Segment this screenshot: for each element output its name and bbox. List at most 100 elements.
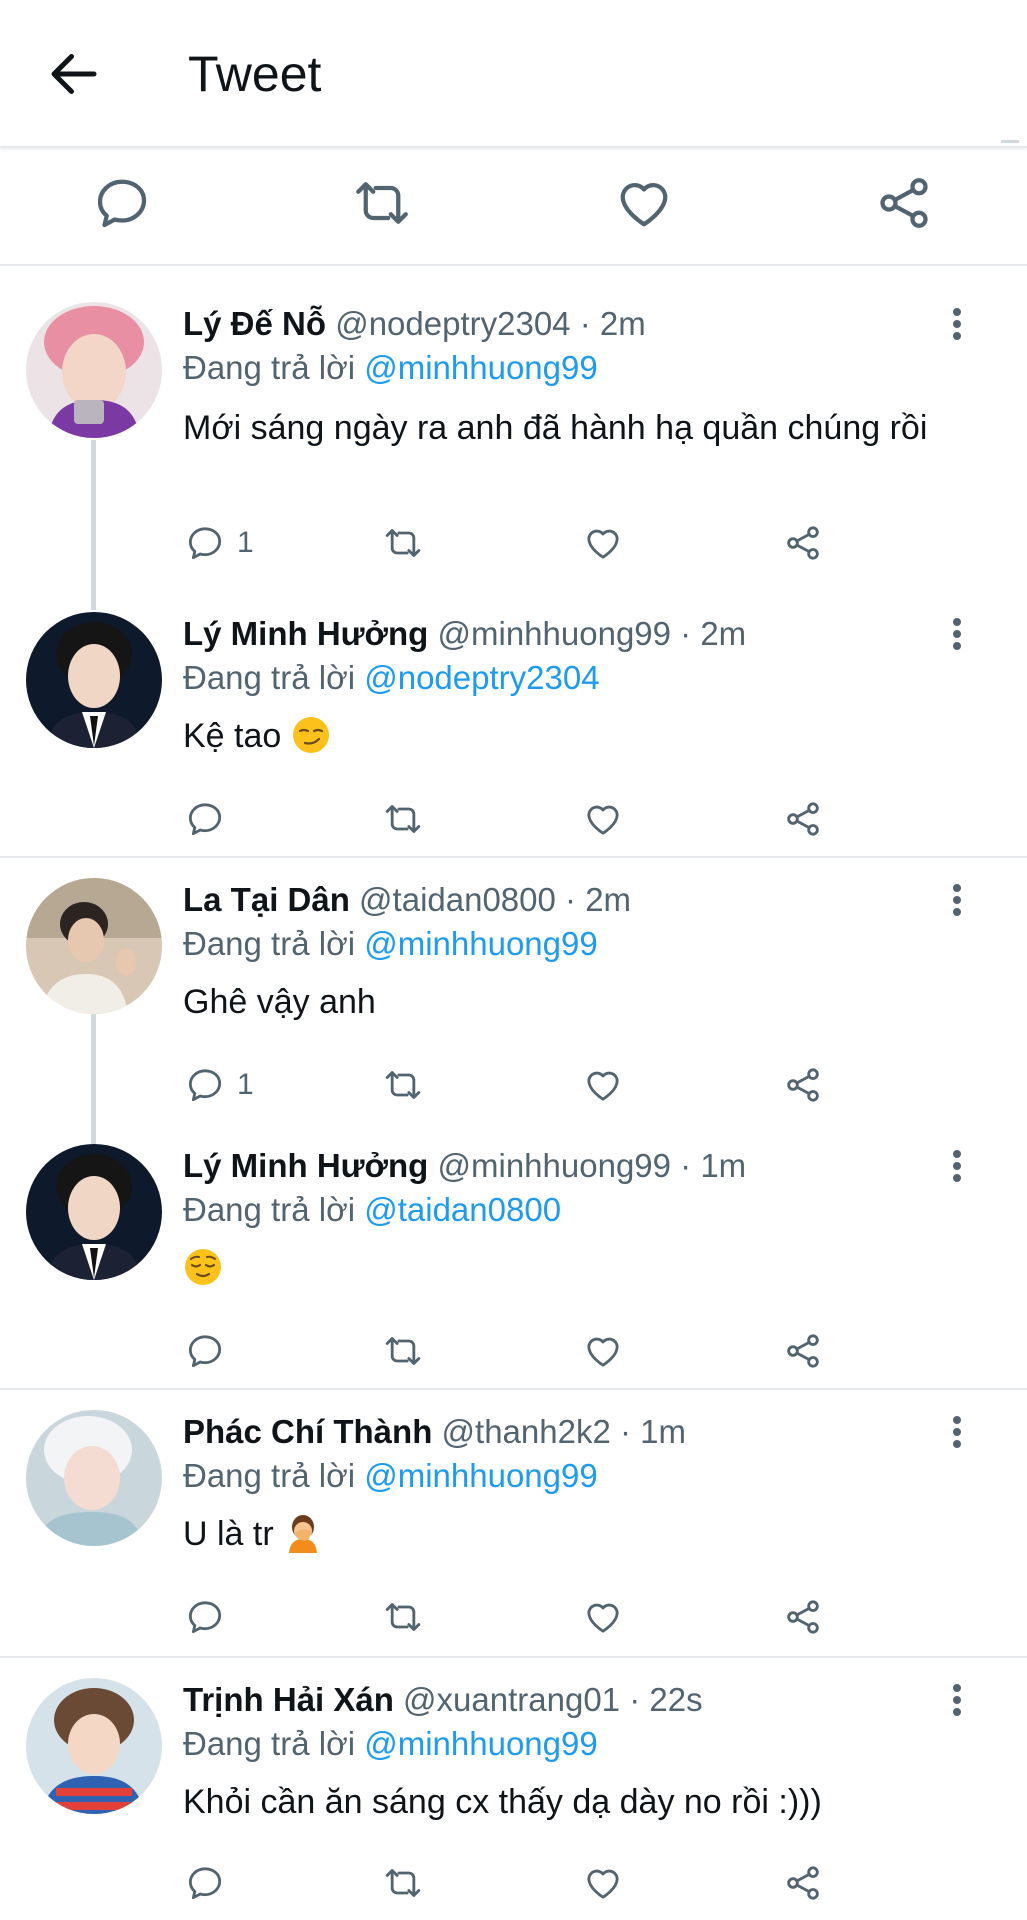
retweet-button[interactable]	[381, 1060, 431, 1110]
author-name[interactable]: Lý Minh Hưởng	[183, 1147, 428, 1184]
back-arrow-icon[interactable]	[44, 44, 104, 104]
reply-tweet[interactable]: Lý Minh Hưởng @minhhuong99 · 1m Đang trả…	[0, 1128, 1027, 1390]
reply-icon	[183, 799, 227, 839]
retweet-button[interactable]	[381, 794, 431, 844]
reply-to-mention[interactable]: @nodeptry2304	[364, 659, 599, 696]
retweet-icon	[381, 1331, 425, 1371]
like-button[interactable]	[581, 1592, 631, 1642]
share-icon[interactable]	[874, 173, 934, 233]
retweet-icon	[381, 799, 425, 839]
replying-label: Đang trả lời	[183, 1457, 356, 1494]
tweet-actions: 1	[183, 1060, 883, 1110]
author-name[interactable]: La Tại Dân	[183, 881, 350, 918]
avatar[interactable]	[26, 612, 162, 748]
author-name[interactable]: Trịnh Hải Xán	[183, 1681, 394, 1718]
heart-icon	[581, 523, 625, 563]
reply-icon	[183, 523, 227, 563]
more-options-icon[interactable]	[940, 1410, 974, 1454]
more-options-icon[interactable]	[940, 878, 974, 922]
reply-count: 1	[237, 1068, 254, 1101]
author-handle[interactable]: @minhhuong99	[438, 1147, 672, 1184]
timestamp: · 22s	[629, 1681, 703, 1718]
reply-button[interactable]	[183, 1858, 233, 1908]
reply-icon	[183, 1597, 227, 1637]
retweet-icon[interactable]	[352, 173, 412, 233]
like-button[interactable]	[581, 1326, 631, 1376]
reply-to-mention[interactable]: @minhhuong99	[364, 925, 598, 962]
avatar[interactable]	[26, 1410, 162, 1546]
heart-icon	[581, 1863, 625, 1903]
share-button[interactable]	[781, 518, 831, 568]
share-button[interactable]	[781, 1858, 831, 1908]
tweet-actions	[183, 1858, 883, 1908]
share-button[interactable]	[781, 794, 831, 844]
reply-tweet[interactable]: Phác Chí Thành @thanh2k2 · 1m Đang trả l…	[0, 1390, 1027, 1658]
share-icon	[781, 1331, 825, 1371]
reply-button[interactable]	[183, 1592, 233, 1642]
author-name[interactable]: Lý Đế Nỗ	[183, 305, 326, 342]
retweet-button[interactable]	[381, 518, 431, 568]
share-icon	[781, 523, 825, 563]
more-options-icon[interactable]	[940, 1678, 974, 1722]
retweet-icon	[381, 523, 425, 563]
reply-icon[interactable]	[92, 173, 152, 233]
like-button[interactable]	[581, 1060, 631, 1110]
reply-to-mention[interactable]: @taidan0800	[364, 1191, 561, 1228]
more-options-icon[interactable]	[940, 1144, 974, 1188]
heart-icon[interactable]	[614, 173, 674, 233]
avatar[interactable]	[26, 878, 162, 1014]
reply-tweet[interactable]: Lý Đế Nỗ @nodeptry2304 · 2m Đang trả lời…	[0, 266, 1027, 596]
retweet-icon	[381, 1597, 425, 1637]
reply-tweet[interactable]: La Tại Dân @taidan0800 · 2m Đang trả lời…	[0, 858, 1027, 1128]
person-facepalming-icon	[289, 1515, 318, 1553]
author-handle[interactable]: @taidan0800	[359, 881, 556, 918]
reply-to-mention[interactable]: @minhhuong99	[364, 1725, 598, 1762]
reply-icon	[183, 1331, 227, 1371]
author-name[interactable]: Phác Chí Thành	[183, 1413, 432, 1450]
author-handle[interactable]: @thanh2k2	[442, 1413, 611, 1450]
reply-icon	[183, 1065, 227, 1105]
reply-count: 1	[237, 526, 254, 559]
tweet-actions	[183, 1592, 883, 1642]
share-button[interactable]	[781, 1326, 831, 1376]
author-name[interactable]: Lý Minh Hưởng	[183, 615, 428, 652]
retweet-button[interactable]	[381, 1592, 431, 1642]
timestamp: · 1m	[620, 1413, 686, 1450]
retweet-button[interactable]	[381, 1326, 431, 1376]
reply-button[interactable]	[183, 1326, 233, 1376]
reply-tweet[interactable]: Lý Minh Hưởng @minhhuong99 · 2m Đang trả…	[0, 596, 1027, 858]
share-button[interactable]	[781, 1592, 831, 1642]
more-options-icon[interactable]	[940, 612, 974, 656]
like-button[interactable]	[581, 1858, 631, 1908]
reply-tweet[interactable]: Trịnh Hải Xán @xuantrang01 · 22s Đang tr…	[0, 1658, 1027, 1920]
replying-label: Đang trả lời	[183, 925, 356, 962]
tweet-actions: 1	[183, 518, 883, 568]
heart-icon	[581, 1597, 625, 1637]
like-button[interactable]	[581, 518, 631, 568]
author-handle[interactable]: @nodeptry2304	[335, 305, 570, 342]
tweet-text: U là tr	[183, 1515, 274, 1553]
more-options-icon[interactable]	[940, 302, 974, 346]
heart-icon	[581, 1065, 625, 1105]
avatar[interactable]	[26, 302, 162, 438]
author-handle[interactable]: @xuantrang01	[403, 1681, 620, 1718]
reply-button[interactable]	[183, 794, 233, 844]
reply-to-mention[interactable]: @minhhuong99	[364, 1457, 598, 1494]
tweet-text: Ghê vậy anh	[183, 983, 376, 1021]
app-bar: Tweet	[0, 0, 1027, 148]
relieved-face-icon	[185, 1249, 221, 1285]
avatar[interactable]	[26, 1144, 162, 1280]
replying-label: Đang trả lời	[183, 1191, 356, 1228]
reply-to-mention[interactable]: @minhhuong99	[364, 349, 598, 386]
retweet-button[interactable]	[381, 1858, 431, 1908]
main-tweet-actions	[0, 148, 1027, 266]
share-icon	[781, 1065, 825, 1105]
author-handle[interactable]: @minhhuong99	[438, 615, 672, 652]
tweet-text: Mới sáng ngày ra anh đã hành hạ quần chú…	[183, 409, 928, 447]
timestamp: · 2m	[565, 881, 632, 918]
like-button[interactable]	[581, 794, 631, 844]
share-button[interactable]	[781, 1060, 831, 1110]
avatar[interactable]	[26, 1678, 162, 1814]
retweet-icon	[381, 1863, 425, 1903]
share-icon	[781, 799, 825, 839]
